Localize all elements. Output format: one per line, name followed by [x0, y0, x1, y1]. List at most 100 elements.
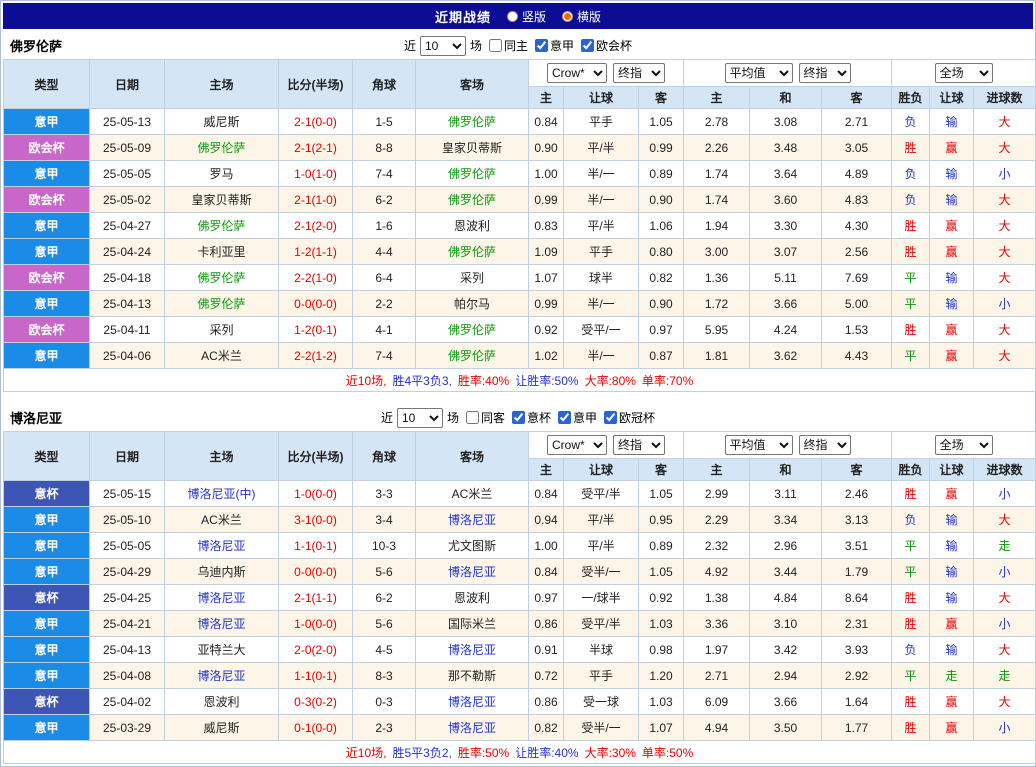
avg-draw: 4.84 — [750, 585, 822, 611]
match-count-select[interactable]: 10 — [397, 408, 443, 428]
score: 2-1(1-1) — [279, 585, 353, 611]
corners: 7-4 — [353, 343, 416, 369]
avg-draw: 3.50 — [750, 715, 822, 741]
match-row: 意甲25-04-13佛罗伦萨0-0(0-0)2-2帕尔马0.99半/一0.901… — [4, 291, 1036, 317]
avg-draw: 3.10 — [750, 611, 822, 637]
avg-home: 1.97 — [684, 637, 750, 663]
away-odds: 0.98 — [639, 637, 684, 663]
checkbox-input[interactable] — [604, 411, 617, 424]
scope-select[interactable]: 全场 — [935, 63, 993, 83]
home-odds: 0.86 — [529, 611, 564, 637]
avg-away: 3.13 — [822, 507, 892, 533]
match-count-select[interactable]: 10 — [420, 36, 466, 56]
home-odds: 0.86 — [529, 689, 564, 715]
handicap-result: 输 — [930, 637, 974, 663]
home-odds: 1.09 — [529, 239, 564, 265]
average-select[interactable]: 平均值 — [725, 435, 793, 455]
checkbox-input[interactable] — [512, 411, 525, 424]
result: 胜 — [892, 239, 930, 265]
away-team: 佛罗伦萨 — [416, 317, 529, 343]
summary-segment: 胜5平3负2, — [392, 746, 451, 760]
avg-draw: 3.08 — [750, 109, 822, 135]
avg-draw: 3.48 — [750, 135, 822, 161]
corners: 4-4 — [353, 239, 416, 265]
goals-result: 大 — [974, 585, 1036, 611]
goals-result: 大 — [974, 637, 1036, 663]
games-label: 场 — [447, 409, 459, 426]
filter-checkbox-2[interactable]: 意甲 — [551, 409, 597, 426]
odds-time-select[interactable]: 终指 — [613, 435, 665, 455]
average-time-select[interactable]: 终指 — [799, 63, 851, 83]
radio-vertical-layout[interactable]: 竖版 — [507, 8, 546, 25]
avg-draw: 3.62 — [750, 343, 822, 369]
away-odds: 0.99 — [639, 135, 684, 161]
odds-source-select[interactable]: Crow* — [547, 435, 607, 455]
average-select[interactable]: 平均值 — [725, 63, 793, 83]
average-time-select[interactable]: 终指 — [799, 435, 851, 455]
goals-result: 小 — [974, 481, 1036, 507]
radio-horizontal-label: 横版 — [577, 8, 601, 25]
matches-table: 类型日期主场比分(半场)角球客场Crow*终指平均值终指全场主让球客主和客胜负让… — [3, 431, 1036, 764]
match-row: 欧会杯25-05-09佛罗伦萨2-1(2-1)8-8皇家贝蒂斯0.90平/半0.… — [4, 135, 1036, 161]
handicap-result: 输 — [930, 291, 974, 317]
goals-result: 大 — [974, 265, 1036, 291]
filter-checkbox-3[interactable]: 欧冠杯 — [597, 409, 655, 426]
summary-segment: 胜4平3负3, — [392, 374, 451, 388]
filter-checkbox-2[interactable]: 欧会杯 — [574, 37, 632, 54]
home-team: AC米兰 — [165, 343, 279, 369]
scope-select[interactable]: 全场 — [935, 435, 993, 455]
radio-horizontal-layout[interactable]: 横版 — [562, 8, 601, 25]
avg-away: 4.89 — [822, 161, 892, 187]
home-team: 乌迪内斯 — [165, 559, 279, 585]
checkbox-input[interactable] — [581, 39, 594, 52]
goals-result: 大 — [974, 239, 1036, 265]
filter-checkbox-1[interactable]: 意甲 — [528, 37, 574, 54]
handicap-result: 输 — [930, 109, 974, 135]
handicap-result: 输 — [930, 161, 974, 187]
score: 2-1(0-0) — [279, 109, 353, 135]
avg-draw: 3.30 — [750, 213, 822, 239]
column-header: 主场 — [165, 432, 279, 481]
score: 2-1(2-1) — [279, 135, 353, 161]
away-odds: 0.89 — [639, 533, 684, 559]
games-label: 场 — [470, 37, 482, 54]
score: 0-0(0-0) — [279, 291, 353, 317]
odds-time-select[interactable]: 终指 — [613, 63, 665, 83]
match-date: 25-04-24 — [90, 239, 165, 265]
league-badge: 意甲 — [4, 109, 90, 135]
column-header: 主 — [529, 459, 564, 481]
filter-checkbox-0[interactable]: 同主 — [482, 37, 528, 54]
corners: 6-4 — [353, 265, 416, 291]
checkbox-input[interactable] — [489, 39, 502, 52]
team-section: 博洛尼亚近10场同客意杯意甲欧冠杯类型日期主场比分(半场)角球客场Crow*终指… — [3, 404, 1033, 764]
match-row: 意甲25-04-27佛罗伦萨2-1(2-0)1-6恩波利0.83平/半1.061… — [4, 213, 1036, 239]
checkbox-input[interactable] — [558, 411, 571, 424]
avg-home: 1.38 — [684, 585, 750, 611]
home-odds: 1.07 — [529, 265, 564, 291]
home-odds: 0.82 — [529, 715, 564, 741]
average-dropdown-group: 平均值终指 — [684, 60, 892, 87]
match-date: 25-05-05 — [90, 533, 165, 559]
handicap-result: 输 — [930, 533, 974, 559]
league-badge: 意甲 — [4, 533, 90, 559]
handicap-result: 赢 — [930, 611, 974, 637]
away-team: 那不勒斯 — [416, 663, 529, 689]
checkbox-input[interactable] — [535, 39, 548, 52]
filter-checkbox-0[interactable]: 同客 — [459, 409, 505, 426]
filter-checkbox-1[interactable]: 意杯 — [505, 409, 551, 426]
avg-away: 2.46 — [822, 481, 892, 507]
avg-home: 3.00 — [684, 239, 750, 265]
handicap: 半/一 — [564, 291, 639, 317]
away-odds: 1.06 — [639, 213, 684, 239]
league-badge: 意甲 — [4, 239, 90, 265]
checkbox-input[interactable] — [466, 411, 479, 424]
avg-draw: 3.44 — [750, 559, 822, 585]
result: 平 — [892, 559, 930, 585]
avg-draw: 3.07 — [750, 239, 822, 265]
handicap: 半/一 — [564, 343, 639, 369]
handicap: 球半 — [564, 265, 639, 291]
odds-source-select[interactable]: Crow* — [547, 63, 607, 83]
match-date: 25-04-11 — [90, 317, 165, 343]
column-header: 客 — [639, 459, 684, 481]
avg-draw: 3.34 — [750, 507, 822, 533]
